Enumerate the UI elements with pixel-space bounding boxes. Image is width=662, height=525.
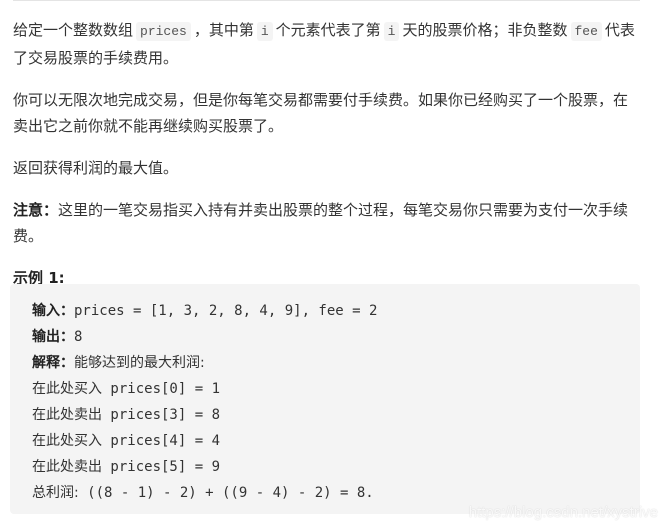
input-line: 输入：prices = [1, 3, 2, 8, 4, 9], fee = 2 bbox=[32, 298, 377, 324]
explain-value: 能够达到的最大利润: bbox=[74, 355, 205, 371]
input-value: prices = [1, 3, 2, 8, 4, 9], fee = 2 bbox=[74, 303, 378, 319]
step-expr: prices[4] = 4 bbox=[102, 433, 221, 449]
text: 个元素代表了第 bbox=[275, 21, 381, 39]
step-line: 在此处买入 prices[4] = 4 bbox=[32, 428, 377, 454]
explain-label: 解释： bbox=[32, 355, 74, 371]
note-label: 注意： bbox=[13, 201, 59, 219]
total-expr: ((8 - 1) - 2) + ((9 - 4) - 2) = 8. bbox=[78, 485, 374, 501]
problem-description: 给定一个整数数组 prices ，其中第 i 个元素代表了第 i 天的股票价格；非负整数 fe… bbox=[13, 17, 640, 305]
total-line: 总利润: ((8 - 1) - 2) + ((9 - 4) - 2) = 8. bbox=[32, 480, 377, 506]
step-action: 在此处卖出 bbox=[32, 459, 102, 475]
paragraph-return: 返回获得利润的最大值。 bbox=[13, 159, 179, 177]
step-line: 在此处卖出 prices[3] = 8 bbox=[32, 402, 377, 428]
paragraph-rules: 你可以无限次地完成交易，但是你每笔交易都需要付手续费。如果你已经购买了一个股票，… bbox=[13, 91, 629, 135]
step-action: 在此处买入 bbox=[32, 381, 102, 397]
example-code-block: 输入：prices = [1, 3, 2, 8, 4, 9], fee = 2 … bbox=[10, 284, 640, 514]
step-expr: prices[0] = 1 bbox=[102, 381, 221, 397]
inline-code-i: i bbox=[256, 22, 273, 41]
step-line: 在此处买入 prices[0] = 1 bbox=[32, 376, 377, 402]
inline-code-prices: prices bbox=[136, 22, 191, 41]
output-value: 8 bbox=[74, 329, 83, 345]
inline-code-fee: fee bbox=[570, 22, 602, 41]
step-action: 在此处卖出 bbox=[32, 407, 102, 423]
step-expr: prices[3] = 8 bbox=[102, 407, 221, 423]
step-line: 在此处卖出 prices[5] = 9 bbox=[32, 454, 377, 480]
paragraph-intro: 给定一个整数数组 prices ，其中第 i 个元素代表了第 i 天的股票价格；非负整数 fe… bbox=[13, 17, 640, 71]
step-action: 在此处买入 bbox=[32, 433, 102, 449]
top-divider bbox=[13, 0, 640, 1]
output-line: 输出：8 bbox=[32, 324, 377, 350]
explain-line: 解释：能够达到的最大利润: bbox=[32, 350, 377, 376]
inline-code-i: i bbox=[383, 22, 400, 41]
watermark: https://blog.csdn.net/xystrive bbox=[468, 504, 658, 521]
output-label: 输出： bbox=[32, 329, 74, 345]
text: 天的股票价格；非负整数 bbox=[402, 21, 568, 39]
step-expr: prices[5] = 9 bbox=[102, 459, 221, 475]
note-text: 这里的一笔交易指买入持有并卖出股票的整个过程，每笔交易你只需要为支付一次手续费。 bbox=[13, 201, 629, 245]
text: ，其中第 bbox=[193, 21, 254, 39]
input-label: 输入： bbox=[32, 303, 74, 319]
total-label: 总利润: bbox=[32, 485, 79, 501]
text: 给定一个整数数组 bbox=[13, 21, 134, 39]
paragraph-note: 注意：这里的一笔交易指买入持有并卖出股票的整个过程，每笔交易你只需要为支付一次手… bbox=[13, 197, 640, 249]
